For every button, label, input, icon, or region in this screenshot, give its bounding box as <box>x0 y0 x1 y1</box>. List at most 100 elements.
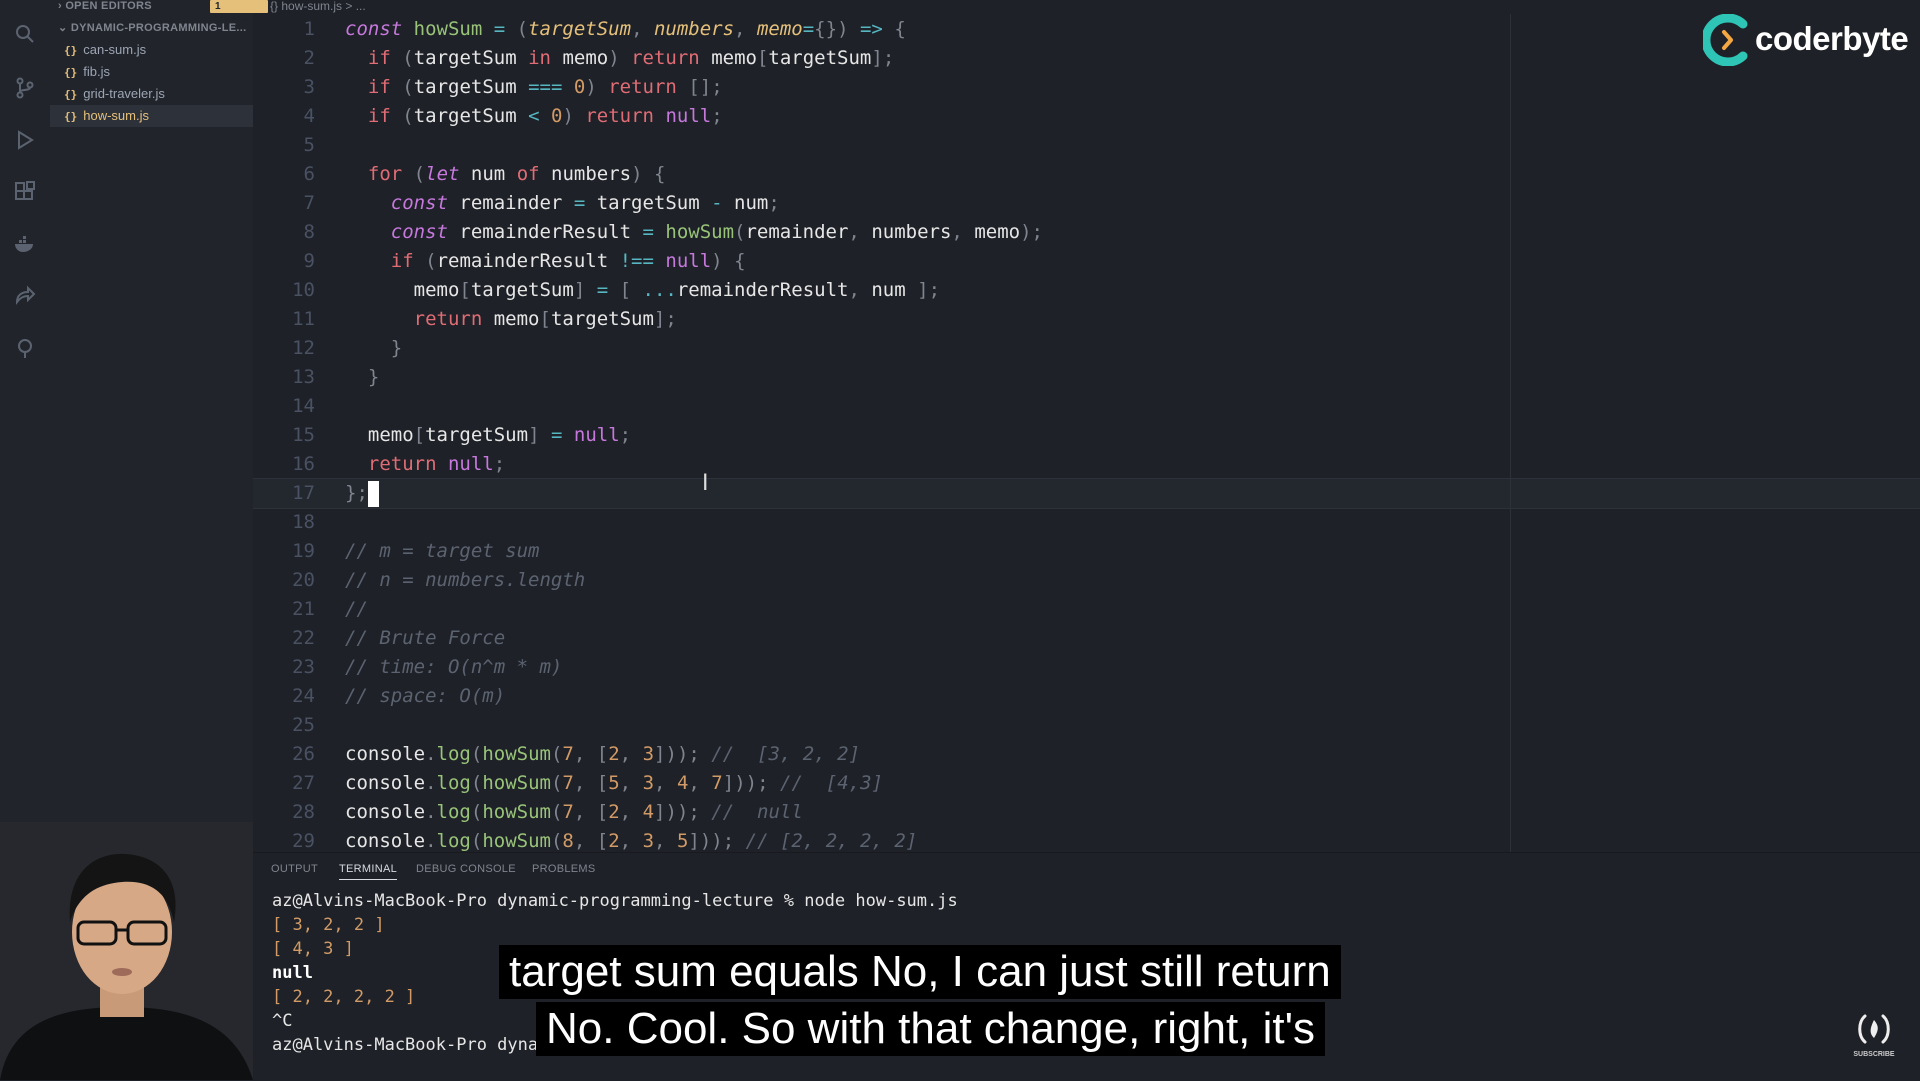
code-line: 14 <box>253 392 345 421</box>
code-line: 2 if (targetSum in memo) return memo[tar… <box>253 44 895 73</box>
fire-icon <box>1858 1014 1890 1044</box>
code-line: 16 return null; <box>253 450 505 479</box>
code-line: 18 <box>253 508 345 537</box>
line-number: 15 <box>292 424 315 446</box>
current-line-highlight <box>253 478 1920 509</box>
js-file-icon: {} <box>64 88 78 101</box>
chevron-down-icon: ⌄ <box>58 22 68 34</box>
presenter-video <box>0 822 253 1080</box>
line-number: 22 <box>292 627 315 649</box>
terminal-line: ^C <box>272 1011 293 1031</box>
tab-terminal[interactable]: TERMINAL <box>339 863 398 880</box>
code-line: 29 console.log(howSum(8, [2, 3, 5])); // … <box>253 827 917 852</box>
run-debug-icon[interactable] <box>13 128 37 152</box>
text-cursor <box>367 481 379 507</box>
code-line: 4 if (targetSum < 0) return null; <box>253 102 723 131</box>
open-editors-header[interactable]: › OPEN EDITORS <box>58 0 152 12</box>
line-number: 3 <box>303 76 315 98</box>
unsaved-badge: 1 UNSAVED <box>210 0 269 25</box>
terminal-line: [ 3, 2, 2 ] <box>272 913 385 937</box>
file-item-grid-traveler[interactable]: {} grid-traveler.js <box>50 83 253 105</box>
file-item-can-sum[interactable]: {} can-sum.js <box>50 39 253 61</box>
folder-header[interactable]: ⌄ DYNAMIC-PROGRAMMING-LE... <box>58 21 246 34</box>
docker-icon[interactable] <box>13 232 37 256</box>
code-line: 22// Brute Force <box>253 624 505 653</box>
line-number: 13 <box>292 366 315 388</box>
line-number: 18 <box>292 511 315 533</box>
tab-problems[interactable]: PROBLEMS <box>532 863 596 879</box>
coderbyte-logo: coderbyte <box>1701 13 1909 67</box>
line-number: 24 <box>292 685 315 707</box>
line-number: 29 <box>292 830 315 852</box>
terminal-output-value: [ 2, 2, 2, 2 ] <box>272 987 416 1007</box>
line-number: 1 <box>303 18 315 40</box>
file-label: grid-traveler.js <box>83 86 165 101</box>
code-line: 9 if (remainderResult !== null) { <box>253 247 746 276</box>
code-line: 6 for (let num of numbers) { <box>253 160 666 189</box>
terminal-output-value: [ 4, 3 ] <box>272 939 354 959</box>
extensions-icon[interactable] <box>13 180 37 204</box>
code-line: 15 memo[targetSum] = null; <box>253 421 631 450</box>
terminal-line: az@Alvins-MacBook-Pro dynamic-programmin… <box>272 891 958 911</box>
file-item-fib[interactable]: {} fib.js <box>50 61 253 83</box>
tab-output[interactable]: OUTPUT <box>271 863 318 879</box>
coderbyte-logo-text: coderbyte <box>1755 20 1909 57</box>
line-number: 7 <box>303 192 315 214</box>
code-line: 26 console.log(howSum(7, [2, 3])); // [3,… <box>253 740 860 769</box>
code-line: 27 console.log(howSum(7, [5, 3, 4, 7])); … <box>253 769 883 798</box>
line-number: 11 <box>292 308 315 330</box>
code-line: 20// n = numbers.length <box>253 566 585 595</box>
terminal-line: [ 2, 2, 2, 2 ] <box>272 985 415 1009</box>
code-line: 13 } <box>253 363 379 392</box>
file-item-how-sum[interactable]: {} how-sum.js <box>50 105 253 127</box>
line-number: 9 <box>303 250 315 272</box>
subscribe-label: SUBSCRIBE <box>1853 1051 1895 1058</box>
line-number: 8 <box>303 221 315 243</box>
code-line: 19// m = target sum <box>253 537 539 566</box>
line-number: 17 <box>292 482 315 504</box>
freecodecamp-subscribe-icon[interactable]: SUBSCRIBE <box>1853 1012 1895 1058</box>
line-number: 21 <box>292 598 315 620</box>
code-editor[interactable]: 1 const howSum = (targetSum, numbers, mem… <box>253 14 1920 852</box>
code-line: 1 const howSum = (targetSum, numbers, mem… <box>253 15 906 44</box>
gitlens-icon[interactable] <box>13 336 37 360</box>
code-line: 3 if (targetSum === 0) return []; <box>253 73 723 102</box>
line-number: 19 <box>292 540 315 562</box>
search-icon[interactable] <box>13 22 37 46</box>
line-number: 28 <box>292 801 315 823</box>
tab-debug-console[interactable]: DEBUG CONSOLE <box>416 863 516 879</box>
terminal-line: null <box>272 963 313 983</box>
line-number: 23 <box>292 656 315 678</box>
coderbyte-logo-icon <box>1701 13 1748 67</box>
line-number: 16 <box>292 453 315 475</box>
open-editors-label: OPEN EDITORS <box>65 0 152 12</box>
code-line: 28 console.log(howSum(7, [2, 4])); // nul… <box>253 798 803 827</box>
breadcrumb[interactable]: {} how-sum.js > ... <box>270 0 366 14</box>
editor-ruler <box>1510 14 1511 852</box>
mouse-ibeam-icon: I <box>702 471 709 496</box>
chevron-right-icon: › <box>58 0 62 12</box>
live-share-icon[interactable] <box>13 284 37 308</box>
source-control-icon[interactable] <box>13 76 37 100</box>
code-line: 5 <box>253 131 345 160</box>
js-file-icon: {} <box>64 44 78 57</box>
line-number: 26 <box>292 743 315 765</box>
file-label: how-sum.js <box>83 108 149 123</box>
folder-label: DYNAMIC-PROGRAMMING-LE... <box>70 22 247 34</box>
subtitle-line-1: target sum equals No, I can just still r… <box>499 945 1341 999</box>
line-number: 2 <box>303 47 315 69</box>
code-line: 12 } <box>253 334 402 363</box>
code-line: 24// space: O(m) <box>253 682 505 711</box>
subtitle-line-2: No. Cool. So with that change, right, it… <box>536 1002 1326 1056</box>
code-line: 25 <box>253 711 345 740</box>
line-number: 12 <box>292 337 315 359</box>
code-line: 7 const remainder = targetSum - num; <box>253 189 780 218</box>
file-label: fib.js <box>83 64 110 79</box>
line-number: 27 <box>292 772 315 794</box>
file-label: can-sum.js <box>83 42 147 57</box>
code-line: 11 return memo[targetSum]; <box>253 305 677 334</box>
terminal-output-value: [ 3, 2, 2 ] <box>272 915 385 935</box>
line-number: 14 <box>292 395 315 417</box>
code-line: 17}; <box>253 479 368 508</box>
line-number: 5 <box>303 134 315 156</box>
